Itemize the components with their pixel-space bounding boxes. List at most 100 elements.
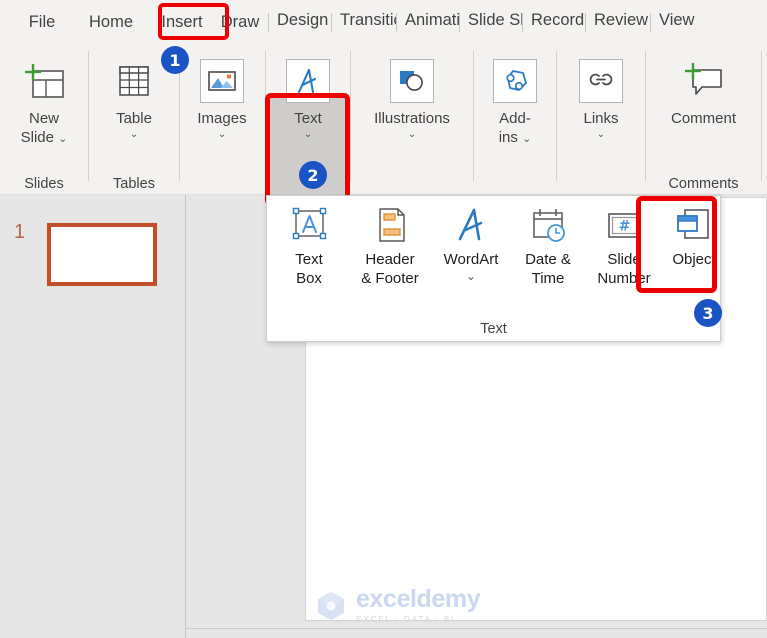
illustrations-icon (390, 53, 434, 109)
slide-thumbnail-1[interactable] (46, 222, 158, 287)
dropdown-label-line1: Date & (525, 251, 571, 268)
tab-review-label: Review (594, 10, 649, 29)
tab-file[interactable]: File (22, 9, 62, 36)
text-label: Text (294, 110, 322, 127)
tab-animations-label: Animations (405, 10, 459, 29)
exceldemy-logo-icon (318, 592, 344, 620)
dropdown-item-date-time[interactable]: Date & Time (511, 202, 585, 288)
dropdown-label-line1: Header (365, 251, 415, 268)
ribbon-group-label-tables: Tables (113, 176, 155, 192)
step-badge-2: 2 (299, 161, 327, 189)
ribbon-group-slides: New Slide ⌄ Slides (0, 45, 88, 195)
group-divider (265, 51, 266, 181)
dropdown-label-line1: Object (672, 251, 716, 268)
comment-label: Comment (670, 110, 737, 127)
dropdown-group-label-text: Text (480, 321, 507, 337)
chevron-down-icon[interactable]: ⌄ (218, 129, 226, 141)
tab-view-label: View (659, 10, 695, 29)
links-button[interactable]: Links ⌄ (557, 53, 645, 141)
new-slide-button[interactable]: New Slide ⌄ (0, 53, 88, 147)
watermark-title: exceldemy (356, 585, 481, 613)
dropdown-item-object[interactable]: Object (663, 202, 725, 269)
tab-slide-show[interactable]: Slide Show (460, 7, 522, 39)
illustrations-button[interactable]: Illustrations ⌄ (351, 53, 473, 141)
powerpoint-window: File Home Insert Draw Design Transitions… (0, 0, 767, 638)
ribbon-group-links: Links ⌄ (557, 45, 645, 195)
comment-button[interactable]: Comment (646, 53, 761, 128)
date-time-icon (525, 202, 571, 250)
tab-design[interactable]: Design (269, 7, 331, 39)
slide-number-label: 1 (14, 221, 26, 243)
ribbon-group-comments: Comment Comments (646, 45, 761, 195)
tab-insert[interactable]: Insert (152, 9, 212, 36)
tab-recording-label: Recording (531, 10, 585, 29)
addins-label-text: ins (498, 129, 518, 146)
step-badge-1: 1 (161, 46, 189, 74)
images-button[interactable]: Images ⌄ (180, 53, 264, 141)
wordart-icon (448, 202, 494, 250)
table-label: Table (116, 110, 152, 127)
text-dropdown-panel: Text Box Header & Footer WordArt ⌄ Date … (266, 195, 721, 342)
dropdown-item-wordart[interactable]: WordArt ⌄ (431, 202, 511, 282)
ribbon-group-images: Images ⌄ (180, 45, 264, 195)
chevron-down-icon[interactable]: ⌄ (58, 133, 67, 145)
slide-number-icon: # (601, 202, 647, 250)
exceldemy-watermark: exceldemy EXCEL - DATA - BI (313, 586, 489, 626)
chevron-down-icon[interactable]: ⌄ (522, 133, 531, 145)
dropdown-label-line1: WordArt (443, 251, 499, 268)
new-slide-label-line2: Slide ⌄ (21, 128, 68, 147)
ribbon-group-label-comments: Comments (668, 176, 739, 192)
chevron-down-icon[interactable]: ⌄ (408, 129, 416, 141)
text-dropdown-items: Text Box Header & Footer WordArt ⌄ Date … (267, 202, 720, 288)
chevron-down-icon[interactable]: ⌄ (304, 129, 312, 141)
ribbon-tab-bar: File Home Insert Draw Design Transitions… (0, 0, 767, 45)
comment-icon (681, 53, 727, 109)
tab-animations[interactable]: Animations (397, 7, 459, 39)
chevron-down-icon[interactable]: ⌄ (466, 270, 476, 282)
tab-draw[interactable]: Draw (212, 9, 268, 36)
chevron-down-icon[interactable]: ⌄ (597, 129, 605, 141)
tab-home[interactable]: Home (80, 9, 142, 36)
svg-text:#: # (619, 219, 631, 235)
dropdown-label-line2: Time (531, 270, 565, 287)
dropdown-item-header-footer[interactable]: Header & Footer (349, 202, 431, 288)
addins-label-line1: Add- (499, 110, 531, 127)
chevron-down-icon[interactable]: ⌄ (130, 129, 138, 141)
new-slide-icon (21, 53, 67, 109)
dropdown-item-slide-number[interactable]: # Slide Number (585, 202, 663, 288)
dropdown-label-line2: Box (296, 270, 322, 287)
links-label: Links (583, 110, 619, 127)
dropdown-label-line1: Text (295, 251, 323, 268)
object-icon (671, 202, 717, 250)
images-icon (200, 53, 244, 109)
text-button[interactable]: Text ⌄ (269, 53, 347, 141)
addins-label-line2: ins ⌄ (499, 128, 532, 147)
text-wordart-icon (286, 53, 330, 109)
dropdown-label-line2: Number (597, 270, 651, 287)
tab-slide-show-label: Slide Show (468, 10, 522, 29)
group-divider (761, 51, 762, 181)
step-badge-3: 3 (694, 299, 722, 327)
header-footer-icon (367, 202, 413, 250)
text-box-icon (286, 202, 332, 250)
new-slide-label-line1: New (28, 110, 59, 127)
tab-transitions[interactable]: Transitions (332, 7, 396, 39)
table-icon (111, 53, 157, 109)
ribbon-group-label-slides: Slides (24, 176, 64, 192)
tab-view[interactable]: View (651, 7, 709, 39)
addins-icon (493, 53, 537, 109)
tab-design-label: Design (277, 10, 329, 29)
ribbon: New Slide ⌄ Slides Table ⌄ Tables Images… (0, 45, 767, 240)
dropdown-label-line2: & Footer (361, 270, 419, 287)
new-slide-label-text: Slide (20, 129, 54, 146)
dropdown-item-text-box[interactable]: Text Box (269, 202, 349, 288)
ribbon-group-illustrations: Illustrations ⌄ (351, 45, 473, 195)
addins-button[interactable]: Add- ins ⌄ (474, 53, 556, 147)
images-label: Images (197, 110, 247, 127)
illustrations-label: Illustrations (374, 110, 450, 127)
watermark-subtitle: EXCEL - DATA - BI (356, 614, 455, 624)
dropdown-label-line1: Slide (607, 251, 641, 268)
tab-transitions-label: Transitions (340, 10, 396, 29)
tab-review[interactable]: Review (586, 7, 650, 39)
tab-recording[interactable]: Recording (523, 7, 585, 39)
